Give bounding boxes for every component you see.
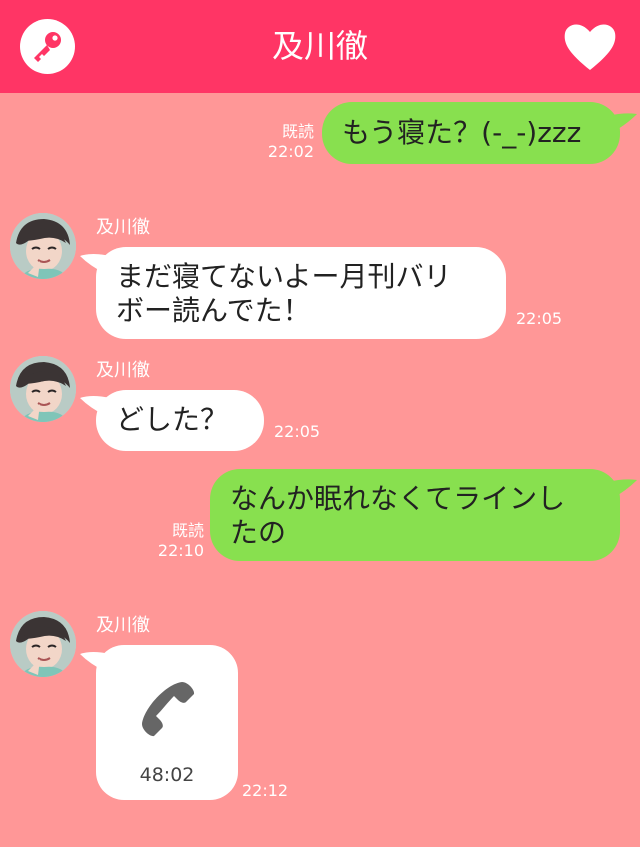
message-text: どした？	[116, 403, 229, 436]
chat-header: 及川徹	[0, 0, 640, 93]
read-receipt: 既読 22:10	[157, 521, 204, 560]
message-bubble[interactable]: まだ寝てないよー月刊バリ ボー読んでた！	[96, 247, 506, 339]
call-bubble[interactable]: 48:02	[96, 645, 238, 800]
message-text: まだ寝てないよー月刊バリ ボー読んでた！	[116, 260, 452, 327]
read-receipt: 既読 22:02	[267, 122, 314, 161]
message-time: 22:05	[516, 309, 563, 328]
message-bubble[interactable]: なんか眠れなくてラインし たの	[210, 469, 620, 561]
avatar[interactable]	[10, 611, 76, 677]
message-time: 22:05	[274, 422, 321, 441]
message-text: なんか眠れなくてラインし たの	[230, 482, 566, 549]
avatar[interactable]	[10, 213, 76, 279]
message-bubble[interactable]: どした？	[96, 390, 264, 451]
avatar[interactable]	[10, 356, 76, 422]
call-duration: 48:02	[139, 764, 195, 786]
message-bubble[interactable]: もう寝た？(-_-)zzz	[322, 102, 620, 164]
phone-icon	[142, 682, 195, 737]
heart-icon[interactable]	[562, 20, 618, 72]
chat-title: 及川徹	[271, 27, 368, 65]
sender-name: 及川徹	[96, 217, 150, 238]
sender-name: 及川徹	[96, 615, 150, 636]
message-text: もう寝た？(-_-)zzz	[342, 116, 582, 149]
sender-name: 及川徹	[96, 360, 150, 381]
message-time: 22:12	[242, 781, 289, 800]
